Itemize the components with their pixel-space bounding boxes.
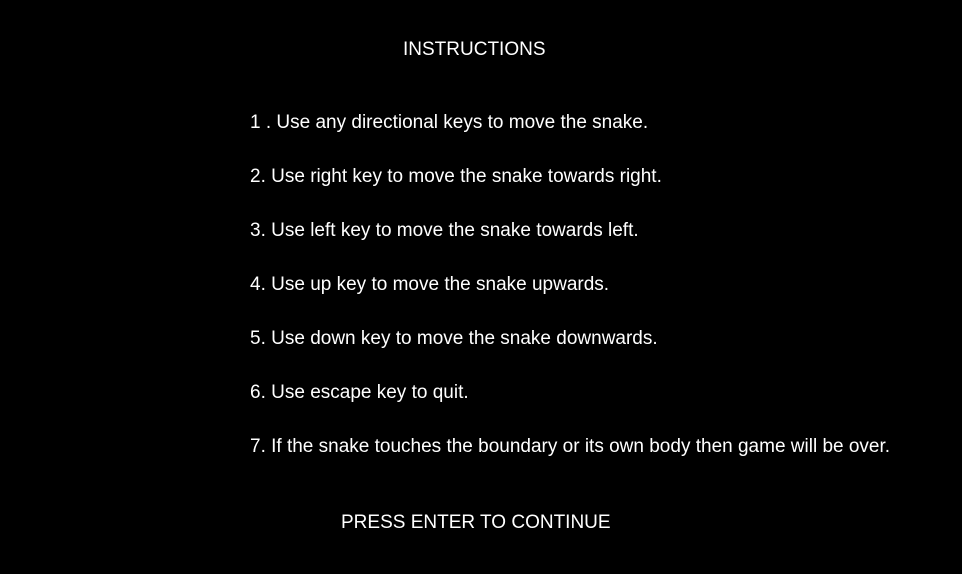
instruction-item-2: 2. Use right key to move the snake towar… xyxy=(250,166,662,187)
instruction-item-6: 6. Use escape key to quit. xyxy=(250,382,469,403)
instructions-title: INSTRUCTIONS xyxy=(403,39,546,60)
instruction-item-3: 3. Use left key to move the snake toward… xyxy=(250,220,639,241)
instruction-item-4: 4. Use up key to move the snake upwards. xyxy=(250,274,610,295)
instructions-list: 1 . Use any directional keys to move the… xyxy=(250,109,930,460)
instructions-screen: INSTRUCTIONS 1 . Use any directional key… xyxy=(0,0,962,574)
instruction-item-1: 1 . Use any directional keys to move the… xyxy=(250,112,649,133)
instruction-item-7: 7. If the snake touches the boundary or … xyxy=(250,436,891,457)
press-enter-prompt[interactable]: PRESS ENTER TO CONTINUE xyxy=(341,511,611,535)
instruction-item-5: 5. Use down key to move the snake downwa… xyxy=(250,328,658,349)
